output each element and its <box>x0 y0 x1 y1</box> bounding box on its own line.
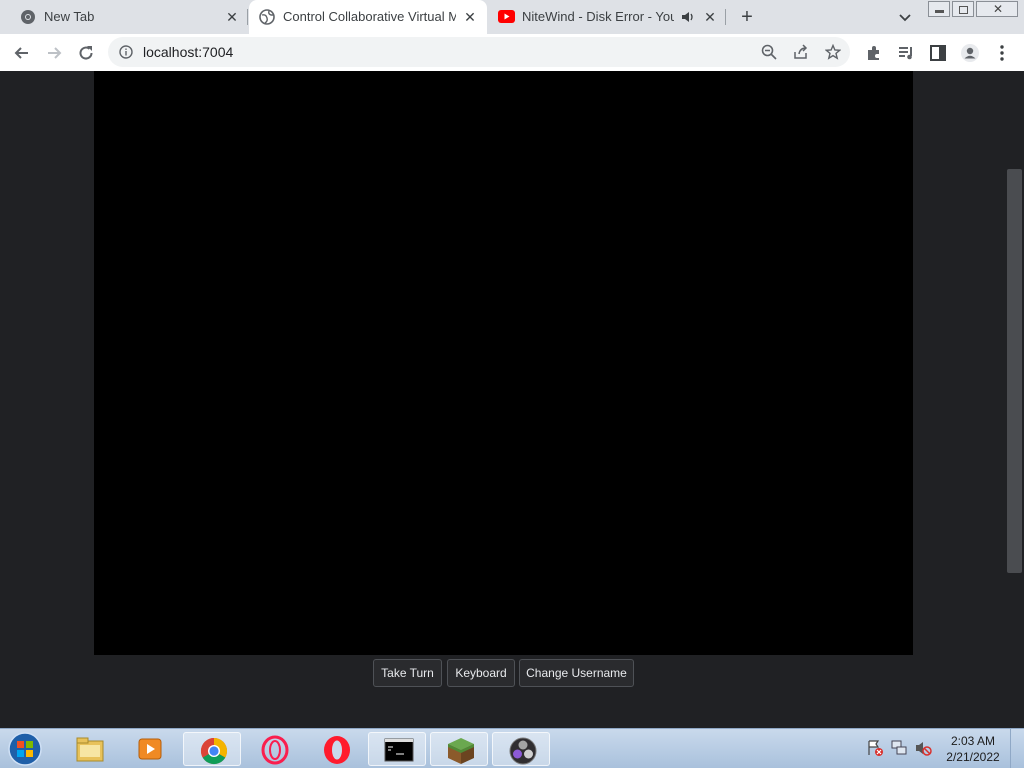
address-bar[interactable]: localhost:7004 <box>108 37 850 67</box>
minimize-button[interactable] <box>928 1 950 17</box>
taskbar-clock[interactable]: 2:03 AM 2/21/2022 <box>940 733 1006 765</box>
opera-icon <box>324 736 350 764</box>
take-turn-button[interactable]: Take Turn <box>373 659 442 687</box>
restore-button[interactable] <box>952 1 974 17</box>
share-icon[interactable] <box>793 44 809 60</box>
profile-avatar-icon[interactable] <box>960 43 980 63</box>
taskbar-opera[interactable] <box>307 732 365 766</box>
globe-icon <box>259 9 275 25</box>
taskbar-obs[interactable] <box>492 732 550 766</box>
zoom-icon[interactable] <box>761 44 777 60</box>
taskbar-media-player[interactable] <box>121 732 179 766</box>
close-tab-icon[interactable]: ✕ <box>461 8 479 26</box>
opera-gx-icon <box>261 735 289 765</box>
close-tab-icon[interactable]: ✕ <box>223 8 241 26</box>
media-control-icon[interactable] <box>896 43 916 63</box>
taskbar-cmd[interactable] <box>368 732 426 766</box>
speaker-icon[interactable] <box>681 11 695 23</box>
chrome-icon <box>200 737 228 765</box>
start-orb-icon[interactable] <box>6 731 44 767</box>
media-player-icon <box>138 738 162 760</box>
network-icon[interactable] <box>890 739 908 757</box>
tab-new-tab[interactable]: New Tab ✕ <box>0 0 248 34</box>
reload-icon[interactable] <box>76 43 96 63</box>
minecraft-icon <box>448 738 474 764</box>
close-tab-icon[interactable]: ✕ <box>701 8 719 26</box>
change-username-button[interactable]: Change Username <box>519 659 634 687</box>
taskbar-explorer[interactable] <box>60 732 118 766</box>
new-tab-button[interactable]: + <box>736 6 758 28</box>
clock-time: 2:03 AM <box>950 734 996 748</box>
url-text: localhost:7004 <box>143 44 234 60</box>
menu-kebab-icon[interactable] <box>992 43 1012 63</box>
side-panel-icon[interactable] <box>928 43 948 63</box>
tab-title: NiteWind - Disk Error - YouTu <box>522 9 674 24</box>
extensions-icon[interactable] <box>864 43 884 63</box>
tab-strip: New Tab ✕ Control Collaborative Virtual … <box>0 0 1024 34</box>
vm-display[interactable] <box>94 71 913 655</box>
youtube-icon <box>498 10 515 23</box>
tab-control-collaborative[interactable]: Control Collaborative Virtual Ma ✕ <box>249 0 487 34</box>
page-content: Take Turn Keyboard Change Username <box>0 71 1024 728</box>
bookmark-star-icon[interactable] <box>825 44 841 60</box>
explorer-icon <box>76 737 104 762</box>
tab-title: Control Collaborative Virtual Ma <box>283 9 456 24</box>
keyboard-button[interactable]: Keyboard <box>447 659 515 687</box>
obs-icon <box>509 737 537 765</box>
tab-title: New Tab <box>44 9 95 24</box>
tab-search-icon[interactable] <box>896 8 914 26</box>
chrome-icon <box>21 10 35 24</box>
tab-divider <box>247 9 248 25</box>
browser-toolbar: localhost:7004 <box>0 34 1024 71</box>
cmd-icon <box>384 738 414 762</box>
tab-divider <box>725 9 726 25</box>
tab-youtube[interactable]: NiteWind - Disk Error - YouTu ✕ <box>488 0 726 34</box>
taskbar-minecraft[interactable] <box>430 732 488 766</box>
scrollbar-thumb[interactable] <box>1007 169 1022 573</box>
forward-arrow-icon[interactable] <box>44 43 64 63</box>
taskbar-opera-gx[interactable] <box>245 732 303 766</box>
volume-muted-icon[interactable] <box>914 739 932 757</box>
site-info-icon[interactable] <box>119 45 133 59</box>
close-window-button[interactable]: ✕ <box>976 1 1018 17</box>
action-center-flag-icon[interactable] <box>866 739 884 757</box>
show-desktop-button[interactable] <box>1010 729 1024 768</box>
back-arrow-icon[interactable] <box>12 43 32 63</box>
taskbar: 2:03 AM 2/21/2022 <box>0 728 1024 768</box>
clock-date: 2/21/2022 <box>946 750 1000 764</box>
taskbar-chrome[interactable] <box>183 732 241 766</box>
